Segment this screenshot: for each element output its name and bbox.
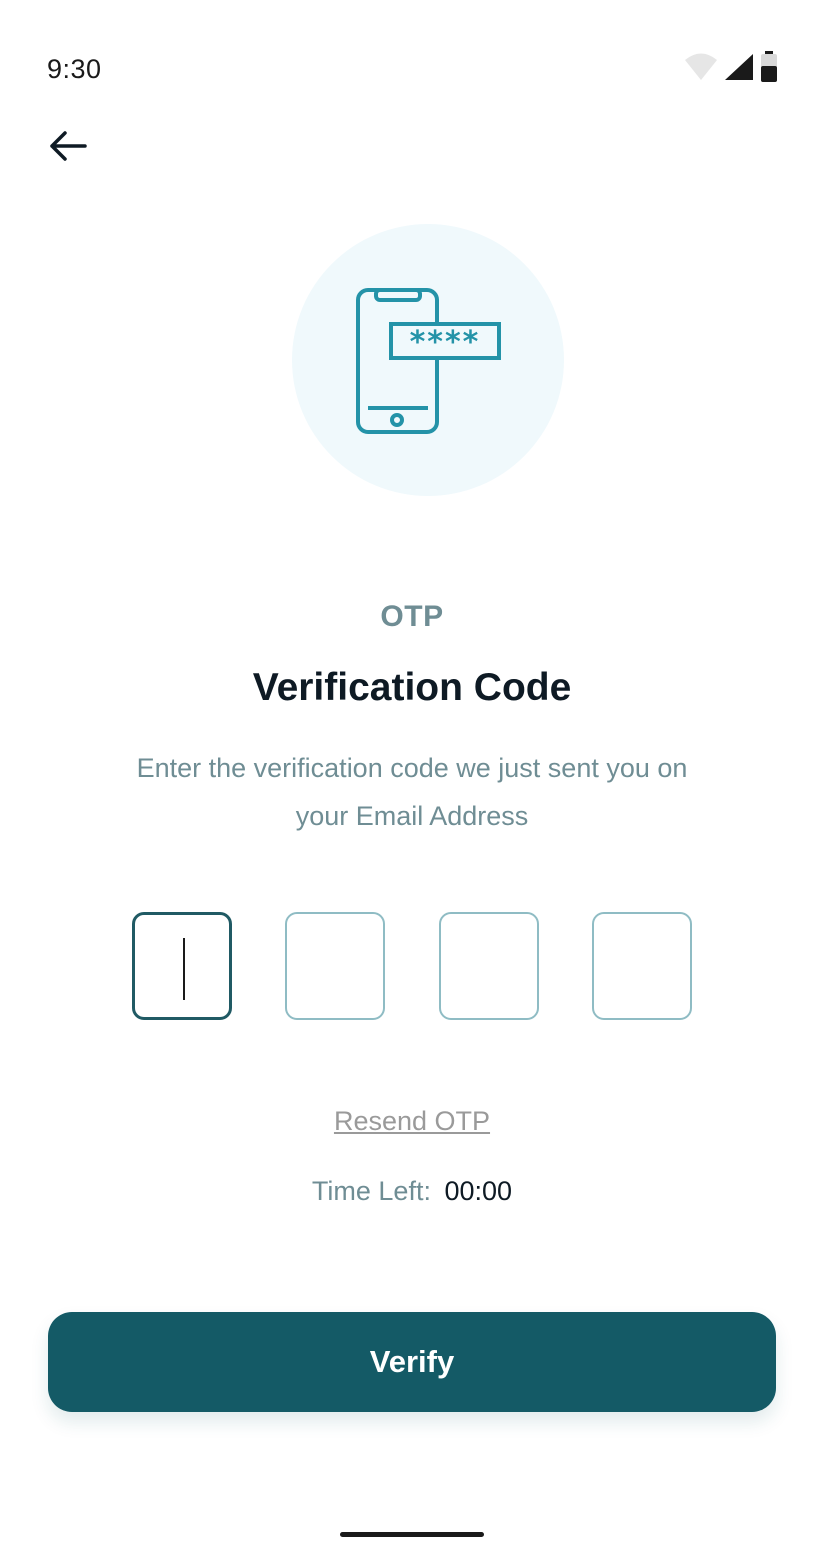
hero-illustration: **** <box>292 224 564 496</box>
otp-digit-4[interactable] <box>591 912 692 1020</box>
subtitle-line-1: Enter the verification code we just sent… <box>136 753 688 783</box>
status-bar: 9:30 <box>0 0 824 140</box>
timer: Time Left: 00:00 <box>0 1176 824 1207</box>
back-button[interactable] <box>40 120 96 176</box>
otp-input-group <box>132 912 692 1024</box>
otp-eyebrow: OTP <box>380 600 444 633</box>
wifi-icon <box>684 53 718 86</box>
battery-icon <box>760 50 778 88</box>
status-time: 9:30 <box>47 54 102 84</box>
subtitle-line-2: your Email Address <box>295 801 529 831</box>
signal-icon <box>724 53 754 86</box>
otp-digit-2[interactable] <box>285 912 386 1020</box>
page-title: Verification Code <box>252 666 572 709</box>
verify-button[interactable]: Verify <box>48 1312 776 1412</box>
resend-otp-link[interactable]: Resend OTP <box>0 1106 824 1137</box>
timer-label: Time Left: <box>311 1176 431 1206</box>
otp-digit-1[interactable] <box>132 912 232 1020</box>
timer-value: 00:00 <box>444 1176 513 1206</box>
text-caret <box>183 938 185 1000</box>
phone-password-icon: **** <box>356 288 501 434</box>
arrow-left-icon <box>48 130 88 167</box>
page-subtitle: Enter the verification code we just sent… <box>112 744 712 840</box>
status-icons <box>684 50 778 88</box>
home-indicator[interactable] <box>340 1532 484 1537</box>
otp-digit-3[interactable] <box>438 912 539 1020</box>
svg-text:****: **** <box>410 325 481 360</box>
